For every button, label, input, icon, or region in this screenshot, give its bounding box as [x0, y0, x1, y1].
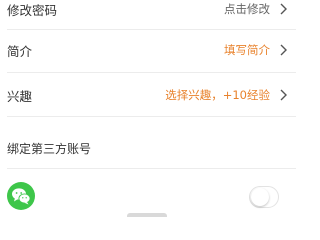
wechat-bind-toggle[interactable] — [249, 186, 279, 208]
profile-settings-page: 修改密码 点击修改 简介 填写简介 兴趣 选择兴趣，+10经验 绑定第三方账号 — [0, 0, 296, 217]
divider — [7, 72, 296, 73]
chevron-right-icon — [278, 2, 288, 16]
interests-value: 选择兴趣，+10经验 — [165, 88, 270, 102]
toggle-knob — [251, 188, 269, 206]
divider — [7, 29, 296, 30]
interests-label: 兴趣 — [7, 88, 33, 104]
divider — [7, 116, 296, 117]
bottom-handle — [127, 213, 167, 217]
divider — [7, 168, 296, 169]
intro-value: 填写简介 — [224, 43, 270, 57]
intro-row[interactable]: 简介 填写简介 — [0, 38, 296, 62]
chevron-right-icon — [278, 43, 288, 57]
bind-third-party-title: 绑定第三方账号 — [7, 142, 92, 156]
chevron-right-icon — [278, 88, 288, 102]
change-password-row[interactable]: 修改密码 点击修改 — [0, 0, 296, 18]
change-password-value: 点击修改 — [224, 2, 270, 16]
interests-row[interactable]: 兴趣 选择兴趣，+10经验 — [0, 83, 296, 107]
intro-label: 简介 — [7, 43, 33, 59]
wechat-icon — [7, 182, 35, 210]
change-password-label: 修改密码 — [7, 2, 58, 18]
